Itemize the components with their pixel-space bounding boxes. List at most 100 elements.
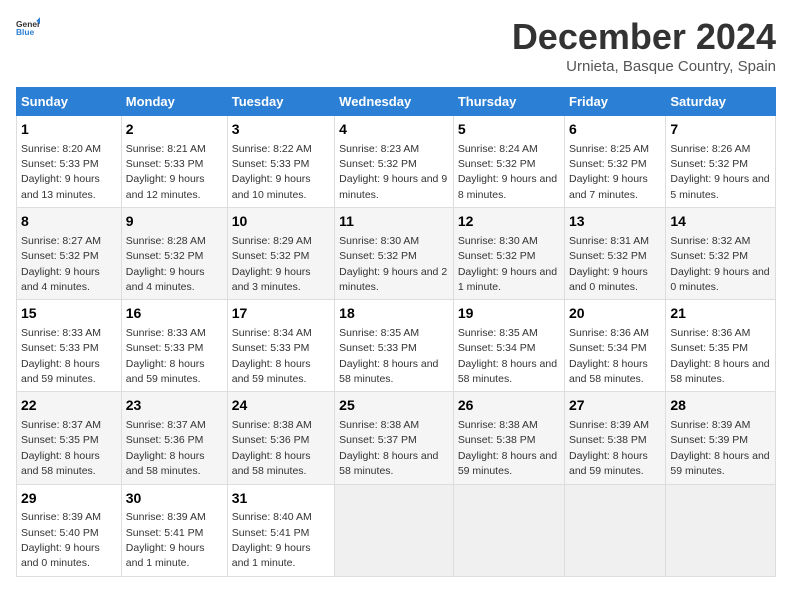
day-info: Sunrise: 8:29 AMSunset: 5:32 PMDaylight:… [232,235,312,293]
calendar-body: 1 Sunrise: 8:20 AMSunset: 5:33 PMDaylight… [17,116,776,577]
logo: General Blue [16,16,40,40]
day-cell-6: 6Sunrise: 8:25 AMSunset: 5:32 PMDaylight… [565,116,666,208]
day-info: Sunrise: 8:35 AMSunset: 5:33 PMDaylight:… [339,327,438,385]
day-number: 2 [126,120,223,140]
title-area: December 2024 Urnieta, Basque Country, S… [512,16,776,75]
day-info: Sunrise: 8:37 AMSunset: 5:36 PMDaylight:… [126,419,206,477]
day-number: 14 [670,212,771,232]
day-cell-14: 14 Sunrise: 8:32 AMSunset: 5:32 PMDayligh… [666,208,776,300]
empty-cell [453,484,564,576]
day-info: Sunrise: 8:40 AMSunset: 5:41 PMDaylight:… [232,511,312,569]
day-cell-30: 30Sunrise: 8:39 AMSunset: 5:41 PMDayligh… [121,484,227,576]
calendar-table: Sunday Monday Tuesday Wednesday Thursday… [16,87,776,577]
day-info: Sunrise: 8:26 AMSunset: 5:32 PMDaylight:… [670,143,769,201]
day-number: 23 [126,396,223,416]
day-number: 4 [339,120,449,140]
day-number: 10 [232,212,330,232]
day-number: 9 [126,212,223,232]
day-number: 11 [339,212,449,232]
day-cell-4: 4 Sunrise: 8:23 AMSunset: 5:32 PMDaylight… [335,116,454,208]
header-thursday: Thursday [453,88,564,116]
day-number: 1 [21,120,117,140]
header-sunday: Sunday [17,88,122,116]
day-number: 15 [21,304,117,324]
day-cell-8: 8 Sunrise: 8:27 AMSunset: 5:32 PMDaylight… [17,208,122,300]
day-info: Sunrise: 8:36 AMSunset: 5:35 PMDaylight:… [670,327,769,385]
day-number: 18 [339,304,449,324]
day-number: 5 [458,120,560,140]
empty-cell [565,484,666,576]
day-cell-15: 15 Sunrise: 8:33 AMSunset: 5:33 PMDayligh… [17,300,122,392]
logo-icon: General Blue [16,16,40,40]
day-info: Sunrise: 8:36 AMSunset: 5:34 PMDaylight:… [569,327,649,385]
week-row-5: 29Sunrise: 8:39 AMSunset: 5:40 PMDayligh… [17,484,776,576]
day-info: Sunrise: 8:20 AMSunset: 5:33 PMDaylight:… [21,143,101,201]
day-number: 7 [670,120,771,140]
svg-text:Blue: Blue [16,27,35,37]
day-cell-7: 7 Sunrise: 8:26 AMSunset: 5:32 PMDaylight… [666,116,776,208]
day-info: Sunrise: 8:38 AMSunset: 5:37 PMDaylight:… [339,419,438,477]
day-cell-13: 13 Sunrise: 8:31 AMSunset: 5:32 PMDayligh… [565,208,666,300]
day-number: 29 [21,489,117,509]
day-cell-29: 29Sunrise: 8:39 AMSunset: 5:40 PMDayligh… [17,484,122,576]
day-cell-23: 23 Sunrise: 8:37 AMSunset: 5:36 PMDayligh… [121,392,227,484]
day-cell-12: 12 Sunrise: 8:30 AMSunset: 5:32 PMDayligh… [453,208,564,300]
day-number: 21 [670,304,771,324]
day-cell-21: 21 Sunrise: 8:36 AMSunset: 5:35 PMDayligh… [666,300,776,392]
empty-cell [666,484,776,576]
empty-cell [335,484,454,576]
day-cell-19: 19 Sunrise: 8:35 AMSunset: 5:34 PMDayligh… [453,300,564,392]
day-cell-11: 11 Sunrise: 8:30 AMSunset: 5:32 PMDayligh… [335,208,454,300]
day-cell-24: 24Sunrise: 8:38 AMSunset: 5:36 PMDayligh… [227,392,334,484]
day-info: Sunrise: 8:38 AMSunset: 5:36 PMDaylight:… [232,419,312,477]
day-cell-9: 9Sunrise: 8:28 AMSunset: 5:32 PMDaylight… [121,208,227,300]
day-info: Sunrise: 8:32 AMSunset: 5:32 PMDaylight:… [670,235,769,293]
weekday-header-row: Sunday Monday Tuesday Wednesday Thursday… [17,88,776,116]
day-info: Sunrise: 8:33 AMSunset: 5:33 PMDaylight:… [21,327,101,385]
day-number: 6 [569,120,661,140]
day-number: 28 [670,396,771,416]
day-info: Sunrise: 8:30 AMSunset: 5:32 PMDaylight:… [458,235,557,293]
header-tuesday: Tuesday [227,88,334,116]
page-title: December 2024 [512,16,776,58]
header: General Blue December 2024 Urnieta, Basq… [16,16,776,75]
week-row-4: 22Sunrise: 8:37 AMSunset: 5:35 PMDayligh… [17,392,776,484]
day-cell-10: 10 Sunrise: 8:29 AMSunset: 5:32 PMDayligh… [227,208,334,300]
day-number: 12 [458,212,560,232]
header-monday: Monday [121,88,227,116]
day-number: 20 [569,304,661,324]
day-cell-27: 27Sunrise: 8:39 AMSunset: 5:38 PMDayligh… [565,392,666,484]
day-number: 25 [339,396,449,416]
day-number: 8 [21,212,117,232]
day-info: Sunrise: 8:24 AMSunset: 5:32 PMDaylight:… [458,143,557,201]
day-number: 26 [458,396,560,416]
day-info: Sunrise: 8:27 AMSunset: 5:32 PMDaylight:… [21,235,101,293]
day-number: 31 [232,489,330,509]
day-info: Sunrise: 8:39 AMSunset: 5:39 PMDaylight:… [670,419,769,477]
day-info: Sunrise: 8:21 AMSunset: 5:33 PMDaylight:… [126,143,206,201]
week-row-3: 15 Sunrise: 8:33 AMSunset: 5:33 PMDayligh… [17,300,776,392]
day-info: Sunrise: 8:35 AMSunset: 5:34 PMDaylight:… [458,327,557,385]
day-info: Sunrise: 8:30 AMSunset: 5:32 PMDaylight:… [339,235,447,293]
day-info: Sunrise: 8:33 AMSunset: 5:33 PMDaylight:… [126,327,206,385]
day-info: Sunrise: 8:38 AMSunset: 5:38 PMDaylight:… [458,419,557,477]
day-cell-16: 16 Sunrise: 8:33 AMSunset: 5:33 PMDayligh… [121,300,227,392]
day-number: 22 [21,396,117,416]
day-number: 3 [232,120,330,140]
day-number: 19 [458,304,560,324]
week-row-2: 8 Sunrise: 8:27 AMSunset: 5:32 PMDaylight… [17,208,776,300]
day-cell-5: 5 Sunrise: 8:24 AMSunset: 5:32 PMDaylight… [453,116,564,208]
header-wednesday: Wednesday [335,88,454,116]
day-number: 13 [569,212,661,232]
day-info: Sunrise: 8:34 AMSunset: 5:33 PMDaylight:… [232,327,312,385]
page-subtitle: Urnieta, Basque Country, Spain [512,58,776,75]
day-cell-18: 18 Sunrise: 8:35 AMSunset: 5:33 PMDayligh… [335,300,454,392]
day-number: 16 [126,304,223,324]
day-cell-22: 22Sunrise: 8:37 AMSunset: 5:35 PMDayligh… [17,392,122,484]
day-number: 27 [569,396,661,416]
day-info: Sunrise: 8:23 AMSunset: 5:32 PMDaylight:… [339,143,447,201]
day-info: Sunrise: 8:39 AMSunset: 5:40 PMDaylight:… [21,511,101,569]
header-saturday: Saturday [666,88,776,116]
day-info: Sunrise: 8:31 AMSunset: 5:32 PMDaylight:… [569,235,649,293]
day-cell-25: 25 Sunrise: 8:38 AMSunset: 5:37 PMDayligh… [335,392,454,484]
